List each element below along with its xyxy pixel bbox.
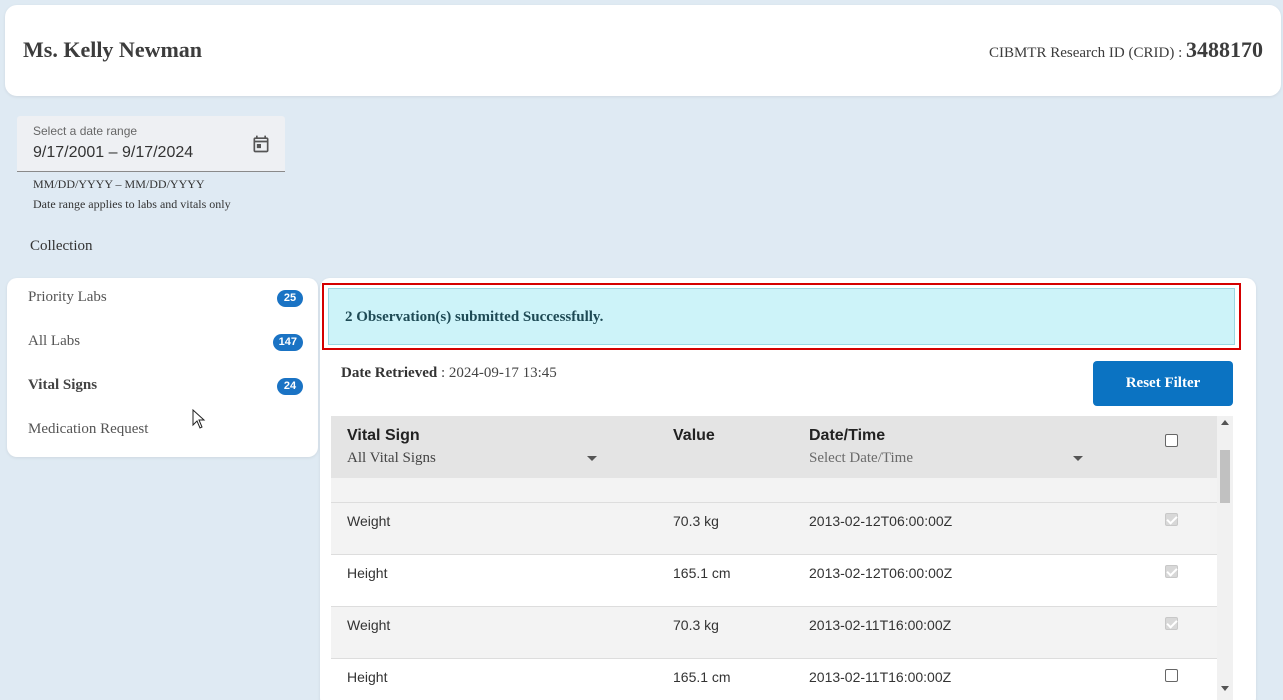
vital-sign-filter[interactable]: All Vital Signs [347,450,436,467]
table-spacer-row [331,478,1217,503]
cell-value: 165.1 cm [673,565,731,581]
date-retrieved-label: Date Retrieved [341,365,438,381]
date-range-field[interactable]: Select a date range 9/17/2001 – 9/17/202… [17,116,285,172]
cell-value: 70.3 kg [673,513,719,529]
crid-display: CIBMTR Research ID (CRID) : 3488170 [989,37,1263,63]
sidebar-item-label: Priority Labs [28,289,107,305]
cell-datetime: 2013-02-11T16:00:00Z [809,617,952,633]
datetime-filter[interactable]: Select Date/Time [809,450,913,467]
date-format-hint: MM/DD/YYYY – MM/DD/YYYY [33,177,205,191]
crid-value: 3488170 [1186,37,1263,62]
cell-vital-sign: Weight [347,513,391,529]
count-badge: 147 [272,334,303,351]
cell-vital-sign: Weight [347,617,391,633]
row-checkbox[interactable] [1165,669,1178,682]
count-badge: 25 [277,290,303,307]
date-retrieved-value: : 2024-09-17 13:45 [440,365,557,381]
cell-datetime: 2013-02-11T16:00:00Z [809,669,952,685]
table-row: Height 165.1 cm 2013-02-11T16:00:00Z [331,659,1217,700]
caret-down-icon[interactable] [1073,456,1083,461]
table-row: Weight 70.3 kg 2013-02-12T06:00:00Z [331,503,1217,555]
success-alert: 2 Observation(s) submitted Successfully. [328,288,1235,345]
alert-highlight-outline: 2 Observation(s) submitted Successfully. [322,283,1241,350]
sidebar-item-vital-signs[interactable]: Vital Signs 24 [28,375,303,399]
table-row: Height 165.1 cm 2013-02-12T06:00:00Z [331,555,1217,607]
success-message: 2 Observation(s) submitted Successfully. [345,309,604,325]
sidebar-item-label: Vital Signs [28,377,98,393]
reset-filter-button[interactable]: Reset Filter [1093,361,1233,406]
date-range-label: Select a date range [33,124,138,138]
calendar-icon[interactable] [251,134,271,154]
column-header-value[interactable]: Value [673,427,715,445]
date-range-note: Date range applies to labs and vitals on… [33,197,231,211]
table-scrollbar[interactable] [1217,416,1233,700]
scroll-up-arrow-icon[interactable] [1221,420,1229,425]
scroll-down-arrow-icon[interactable] [1221,686,1229,691]
vital-signs-panel: 2 Observation(s) submitted Successfully.… [320,278,1256,700]
cell-datetime: 2013-02-12T06:00:00Z [809,513,953,529]
table-row: Weight 70.3 kg 2013-02-11T16:00:00Z [331,607,1217,659]
cell-value: 70.3 kg [673,617,719,633]
vital-signs-table: Vital Sign All Vital Signs Value Date/Ti… [331,416,1233,700]
row-checkbox-disabled [1165,513,1178,526]
caret-down-icon[interactable] [587,456,597,461]
collection-menu: Priority Labs 25 All Labs 147 Vital Sign… [7,278,318,457]
sidebar-item-medication-request[interactable]: Medication Request [28,419,303,443]
select-all-checkbox[interactable] [1165,434,1178,447]
crid-label: CIBMTR Research ID (CRID) : [988,45,1183,61]
date-range-value[interactable]: 9/17/2001 – 9/17/2024 [33,144,193,162]
patient-name: Ms. Kelly Newman [23,37,203,62]
scroll-thumb[interactable] [1220,450,1230,503]
cell-vital-sign: Height [347,565,388,581]
mouse-cursor-icon [192,409,206,429]
cell-value: 165.1 cm [673,669,731,685]
sidebar-item-label: All Labs [28,333,81,349]
table-header: Vital Sign All Vital Signs Value Date/Ti… [331,416,1217,478]
column-header-vital-sign[interactable]: Vital Sign [347,427,420,445]
column-header-datetime[interactable]: Date/Time [809,427,885,445]
count-badge: 24 [277,378,303,395]
sidebar-item-all-labs[interactable]: All Labs 147 [28,331,303,355]
sidebar-item-label: Medication Request [28,421,149,437]
cell-datetime: 2013-02-12T06:00:00Z [809,565,953,581]
cell-vital-sign: Height [347,669,388,685]
row-checkbox-disabled [1165,565,1178,578]
collection-heading: Collection [30,238,93,254]
row-checkbox-disabled [1165,617,1178,630]
patient-header: Ms. Kelly Newman CIBMTR Research ID (CRI… [5,5,1281,96]
date-retrieved: Date Retrieved : 2024-09-17 13:45 [341,365,557,382]
sidebar-item-priority-labs[interactable]: Priority Labs 25 [28,287,303,311]
